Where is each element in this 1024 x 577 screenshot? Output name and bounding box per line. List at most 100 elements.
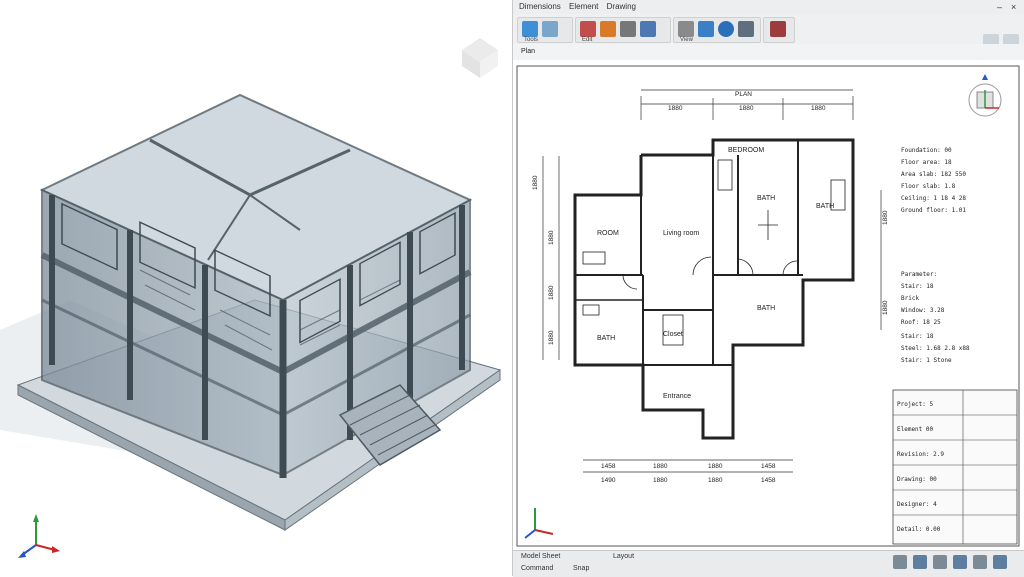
- dim-right-2: 1880: [882, 300, 889, 315]
- toolbar-group-edit-label: Edit: [582, 37, 593, 43]
- titleblock-row-4: Drawing: 00: [897, 476, 937, 483]
- dim-left-4: 1880: [548, 330, 555, 345]
- bottom-dimensions: 1458 1880 1880 1458 1490 1880 1880 1458: [583, 459, 793, 484]
- close-icon[interactable]: ×: [1011, 1, 1016, 13]
- notes-block-3: Stair: 18 Steel: 1.68 2.8 x88 Stair: 1 S…: [901, 333, 970, 364]
- axis-triad-icon: [18, 514, 60, 558]
- dim-bottom-1-3: 1880: [708, 463, 723, 470]
- notes-block-2: Parameter: Stair: 18 Brick Window: 3.28 …: [901, 271, 945, 326]
- menu-item-element[interactable]: Element: [569, 2, 598, 11]
- drawing-area[interactable]: PLAN 1880 1880 1880 1880 1880 1880 1880 …: [513, 60, 1024, 550]
- grid-icon[interactable]: [738, 21, 754, 37]
- status-bar: Model Sheet Layout Command Snap: [513, 550, 1024, 577]
- move-tool-icon[interactable]: [620, 21, 636, 37]
- ribbon-toolbar: Tools Edit View: [513, 14, 1024, 50]
- lineweight-toggle-icon[interactable]: [973, 555, 987, 569]
- dim-left-1: 1880: [532, 175, 539, 190]
- menu-bar: Dimensions Element Drawing – ×: [513, 0, 1024, 15]
- grid-toggle-icon[interactable]: [893, 555, 907, 569]
- workspace-icon[interactable]: [993, 555, 1007, 569]
- room-label-3: BATH: [757, 195, 775, 202]
- dim-bottom-1-1: 1458: [601, 463, 616, 470]
- arc-tool-icon[interactable]: [600, 21, 616, 37]
- status-model-sheet[interactable]: Model Sheet: [521, 553, 560, 560]
- pan-icon[interactable]: [678, 21, 694, 37]
- floor-plan: [573, 138, 855, 440]
- right-dimensions: 1880 1880: [880, 190, 889, 330]
- titleblock-row-5: Designer: 4: [897, 501, 937, 508]
- menu-item-dimensions[interactable]: Dimensions: [519, 2, 561, 11]
- room-label-4: BATH: [816, 203, 834, 210]
- room-label-8: BEDROOM: [728, 147, 764, 154]
- dim-top-3: 1880: [811, 105, 826, 112]
- note-3-2: Steel: 1.68 2.8 x88: [901, 345, 970, 352]
- open-icon[interactable]: [522, 21, 538, 37]
- titleblock-row-6: Detail: 0.00: [897, 526, 941, 533]
- toolbar-group-edit: Edit: [575, 17, 671, 43]
- dim-bottom-2-1: 1490: [601, 477, 616, 484]
- globe-icon[interactable]: [718, 21, 734, 37]
- tab-plan[interactable]: Plan: [521, 48, 535, 55]
- 3d-model-canvas[interactable]: [0, 0, 510, 576]
- polar-toggle-icon[interactable]: [953, 555, 967, 569]
- minimize-icon[interactable]: –: [997, 1, 1002, 13]
- document-tab-bar: Plan: [513, 44, 1024, 61]
- dim-left-2: 1880: [548, 230, 555, 245]
- status-snap[interactable]: Snap: [573, 565, 589, 572]
- menu-item-drawing[interactable]: Drawing: [607, 2, 636, 11]
- note-1-6: Ground floor: 1.01: [901, 207, 966, 214]
- title-block: Project: 5 Element 00 Revision: 2.9 Draw…: [892, 389, 1018, 545]
- titleblock-row-3: Revision: 2.9: [897, 451, 944, 458]
- floor-plan-canvas[interactable]: PLAN 1880 1880 1880 1880 1880 1880 1880 …: [513, 60, 1024, 550]
- room-label-5: BATH: [757, 305, 775, 312]
- titleblock-row-2: Element 00: [897, 426, 934, 433]
- dim-bottom-2-2: 1880: [653, 477, 668, 484]
- room-label-7: Closet: [663, 331, 683, 338]
- note-1-5: Ceiling: 1 18 4 28: [901, 195, 966, 202]
- note-3-1: Stair: 18: [901, 333, 934, 340]
- zoom-icon[interactable]: [698, 21, 714, 37]
- plan-title: PLAN: [735, 91, 752, 98]
- line-tool-icon[interactable]: [580, 21, 596, 37]
- note-1-4: Floor slab: 1.8: [901, 183, 956, 190]
- toolbar-group-layout: [763, 17, 795, 43]
- navigation-compass-icon[interactable]: [968, 74, 1002, 117]
- left-dimensions: 1880 1880 1880 1880: [532, 156, 560, 360]
- toolbar-group-view-label: View: [680, 37, 693, 43]
- dim-bottom-1-4: 1458: [761, 463, 776, 470]
- note-2-2: Stair: 18: [901, 283, 934, 290]
- dim-bottom-2-4: 1458: [761, 477, 776, 484]
- view-cube-icon[interactable]: [462, 38, 498, 78]
- note-1-2: Floor area: 18: [901, 159, 952, 166]
- note-2-5: Roof: 18 25: [901, 319, 941, 326]
- room-label-9: Entrance: [663, 393, 691, 400]
- note-2-4: Window: 3.28: [901, 307, 945, 314]
- titleblock-row-1: Project: 5: [897, 401, 934, 408]
- layout-icon[interactable]: [770, 21, 786, 37]
- top-dimensions: PLAN 1880 1880 1880: [640, 89, 854, 120]
- room-label-1: ROOM: [597, 230, 619, 237]
- room-label-6: BATH: [597, 335, 615, 342]
- dim-top-2: 1880: [739, 105, 754, 112]
- notes-block-1: Foundation: 00 Floor area: 18 Area slab:…: [901, 147, 966, 214]
- status-layout[interactable]: Layout: [613, 553, 634, 560]
- status-command[interactable]: Command: [521, 565, 553, 572]
- note-3-3: Stair: 1 Stone: [901, 357, 952, 364]
- ucs-axis-icon: [524, 508, 554, 539]
- room-label-2: Living room: [663, 230, 699, 237]
- cad-window: Dimensions Element Drawing – × Tools Edi…: [512, 0, 1024, 577]
- ortho-toggle-icon[interactable]: [913, 555, 927, 569]
- note-2-3: Brick: [901, 295, 919, 302]
- copy-tool-icon[interactable]: [640, 21, 656, 37]
- osnap-toggle-icon[interactable]: [933, 555, 947, 569]
- dim-bottom-2-3: 1880: [708, 477, 723, 484]
- layer-icon[interactable]: [542, 21, 558, 37]
- note-1-1: Foundation: 00: [901, 147, 952, 154]
- 3d-viewport[interactable]: [0, 0, 510, 576]
- dim-left-3: 1880: [548, 285, 555, 300]
- dim-bottom-1-2: 1880: [653, 463, 668, 470]
- dim-top-1: 1880: [668, 105, 683, 112]
- toolbar-group-view: View: [673, 17, 761, 43]
- dim-right-1: 1880: [882, 210, 889, 225]
- toolbar-group-tools-label: Tools: [524, 37, 539, 43]
